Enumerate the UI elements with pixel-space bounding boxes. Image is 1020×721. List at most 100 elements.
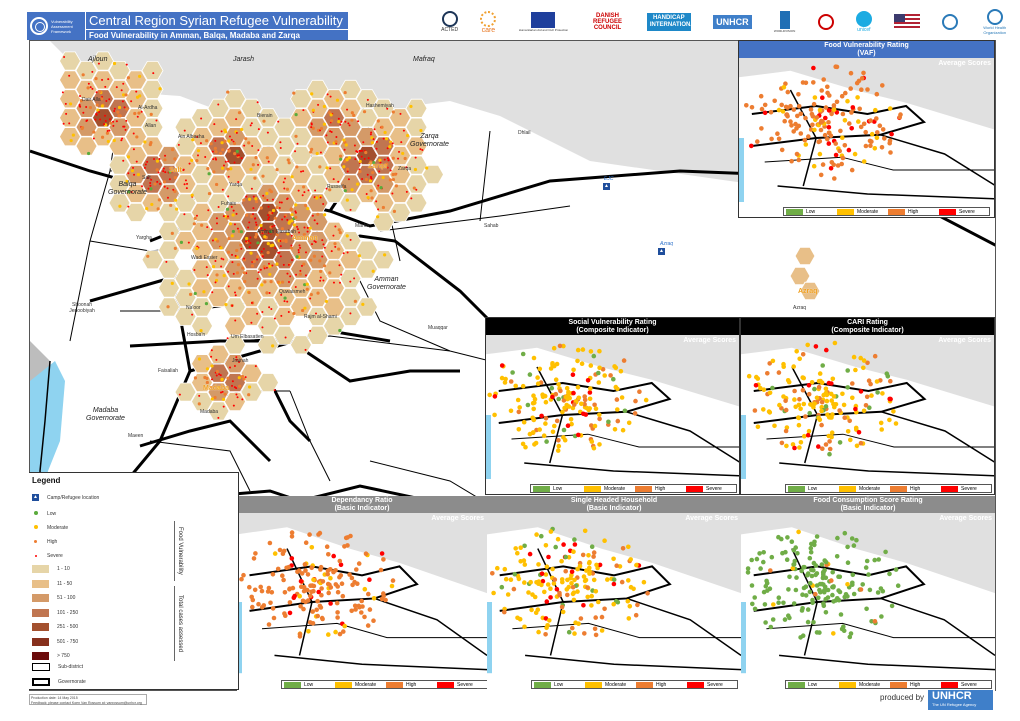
case-dot [206, 167, 210, 171]
case-dot [231, 380, 234, 383]
inset-rating-dot [864, 558, 870, 564]
case-dot [333, 242, 337, 246]
case-dot [273, 216, 277, 220]
legend-food-moderate: Moderate [32, 525, 68, 531]
inset-dead-sea [741, 602, 746, 674]
case-dot [113, 107, 116, 110]
case-dot [271, 208, 276, 213]
case-dot [233, 223, 236, 226]
case-dot [254, 199, 259, 204]
inset-rating-dot [282, 611, 287, 616]
case-dot [215, 217, 218, 220]
feedback-contact[interactable]: Feedback: please contact Koen Van Rossum… [31, 701, 145, 706]
inset-rating-dot [888, 378, 893, 384]
case-dot [120, 139, 123, 142]
inset-rating-dot [571, 549, 576, 554]
inset-rating-dot [789, 539, 795, 544]
case-dot [144, 163, 147, 166]
case-dot [372, 138, 375, 141]
legend-label: High [908, 208, 919, 215]
inset-rating-dot [359, 610, 364, 615]
inset-rating-dot [301, 584, 307, 590]
case-dot [342, 165, 346, 169]
inset-rating-dot [811, 101, 817, 107]
inset-rating-dot [559, 604, 565, 610]
inset-rating-dot [798, 440, 804, 445]
inset-rating-dot [830, 569, 835, 575]
inset-rating-dot [869, 139, 874, 144]
inset-rating-dot [855, 95, 860, 100]
case-dot [162, 170, 165, 173]
inset-rating-dot [788, 119, 793, 124]
case-dot [248, 246, 251, 249]
legend-label: Low [808, 485, 818, 492]
inset-rating-dot [817, 151, 823, 157]
case-dot [301, 194, 304, 197]
inset-rating-dot [587, 396, 593, 402]
legend-label: Severe [457, 681, 473, 688]
case-dot [359, 149, 362, 152]
inset-rating-dot [825, 84, 830, 90]
average-scores-label: Average Scores [938, 60, 991, 67]
inset-rating-dot [817, 630, 822, 635]
case-dot [282, 263, 285, 266]
inset-rating-dot [799, 568, 804, 574]
case-dot [375, 200, 378, 203]
case-dot [275, 262, 279, 266]
case-dot [61, 91, 64, 94]
unicef-logo-icon: unicef [855, 11, 872, 33]
case-dot [127, 205, 130, 208]
case-dot [95, 91, 98, 94]
case-dot [332, 281, 335, 284]
inset-rating-dot [857, 106, 862, 112]
case-dot [104, 119, 107, 122]
inset-rating-dot [367, 607, 373, 612]
camp-azraq-icon[interactable]: ▲ [658, 248, 665, 255]
inset-rating-dot [309, 565, 314, 571]
inset-rating-dot [289, 530, 295, 535]
case-dot [419, 128, 423, 133]
inset-rating-dot [823, 404, 829, 409]
inset-rating-dot [611, 601, 616, 607]
inset-rating-dot [371, 618, 376, 623]
camp-ejc-icon[interactable]: ▲ [603, 183, 610, 190]
inset-rating-dot [619, 579, 625, 585]
legend-label: Severe [959, 208, 975, 215]
case-dot [322, 104, 326, 109]
inset-rating-dot [889, 131, 894, 137]
case-dot [310, 126, 313, 129]
inset-rating-dot [823, 386, 829, 392]
case-dot [193, 269, 196, 272]
case-dot [227, 270, 230, 273]
label-zarqa: Zarqa [398, 166, 412, 172]
inset-rating-dot [531, 355, 537, 361]
inset-rating-dot [310, 621, 316, 626]
inset-rating-dot [338, 573, 344, 578]
case-dot [376, 215, 380, 219]
inset-land [741, 347, 994, 494]
case-dot [108, 129, 111, 132]
case-dot [254, 197, 258, 201]
map-legend: Legend ▲ Camp/Refugee location Low Moderat… [29, 472, 239, 690]
case-dot [65, 112, 68, 115]
inset-rating-dot [758, 566, 763, 571]
case-dot [125, 119, 128, 122]
case-dot [281, 218, 284, 221]
case-dot [250, 264, 255, 268]
case-dot [292, 223, 297, 227]
case-dot [112, 138, 116, 143]
case-dot [306, 226, 309, 229]
inset-rating-dot [533, 440, 539, 446]
inset-rating-dot [632, 411, 638, 416]
case-dot [202, 290, 206, 294]
inset-rating-dot [371, 596, 377, 601]
inset-rating-dot [541, 433, 547, 438]
case-dot [325, 166, 329, 170]
case-dot [238, 384, 242, 388]
case-dot [252, 213, 255, 216]
inset-rating-dot [315, 613, 320, 619]
inset-rating-dot [776, 107, 782, 113]
case-dot [210, 378, 213, 381]
case-dot [227, 215, 230, 218]
inset-rating-dot [837, 148, 842, 154]
